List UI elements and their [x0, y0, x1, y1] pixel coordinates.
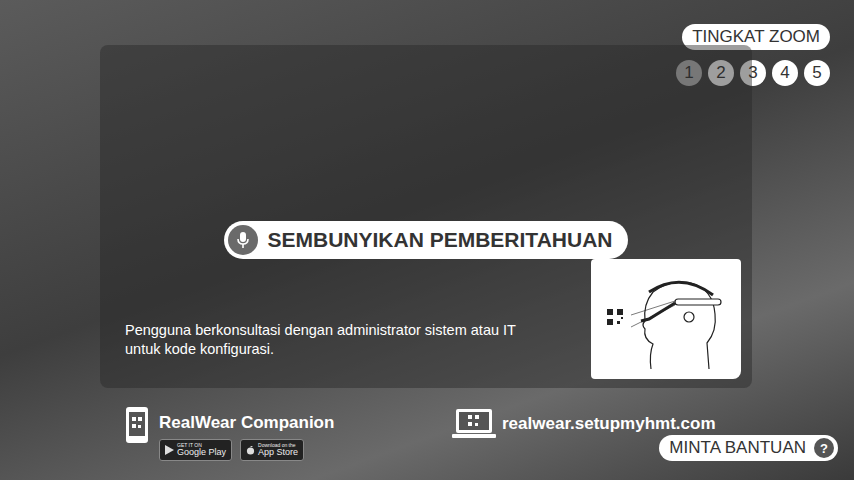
microphone-icon — [228, 225, 258, 255]
headset-illustration-icon — [591, 259, 741, 379]
companion-app: RealWear Companion GET IT ONGoogle Play Do… — [125, 406, 452, 461]
store-badge[interactable]: GET IT ONGoogle Play — [159, 439, 232, 461]
question-icon: ? — [814, 438, 834, 458]
notification-body: Pengguna berkonsultasi dengan administra… — [100, 259, 752, 388]
help-button[interactable]: MINTA BANTUAN? — [659, 435, 838, 461]
zoom-level-button[interactable]: 4 — [772, 60, 798, 86]
monitor-qr-icon — [452, 408, 496, 440]
apple-icon — [246, 445, 255, 455]
notification-message: Pengguna berkonsultasi dengan administra… — [125, 321, 555, 359]
store-badge[interactable]: Download on theApp Store — [240, 439, 304, 461]
footer: RealWear Companion GET IT ONGoogle Play Do… — [125, 406, 716, 461]
phone-qr-icon — [125, 406, 149, 444]
hide-notification-button[interactable]: SEMBUNYIKAN PEMBERITAHUAN — [224, 221, 629, 259]
zoom-level-button[interactable]: 5 — [804, 60, 830, 86]
play-store-icon — [165, 445, 174, 455]
companion-title: RealWear Companion — [159, 413, 334, 433]
hmt-screen: TINGKAT ZOOM12345SEMBUNYIKAN PEMBERITAHU… — [0, 0, 854, 480]
notification-card: SEMBUNYIKAN PEMBERITAHUAN Pengguna berkon… — [100, 45, 752, 388]
